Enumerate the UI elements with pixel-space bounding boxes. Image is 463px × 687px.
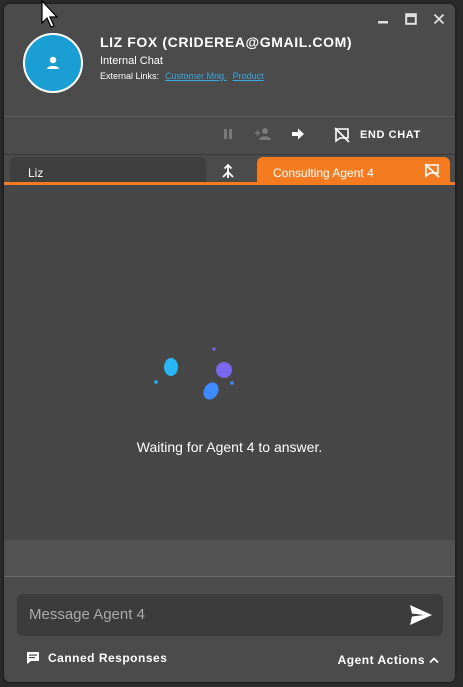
forward-arrow-icon[interactable] [291, 127, 305, 141]
end-chat-label: END CHAT [360, 129, 421, 141]
tab-consulting-agent-label: Consulting Agent 4 [273, 166, 374, 180]
add-person-icon[interactable] [254, 127, 272, 141]
merge-icon[interactable] [221, 163, 235, 184]
contact-name: LIZ FOX (CRIDEREA@GMAIL.COM) [100, 34, 353, 50]
agent-actions-button[interactable]: Agent Actions [338, 653, 439, 667]
external-links: External Links: Customer Mng. Product [100, 71, 264, 81]
maximize-icon[interactable] [403, 12, 419, 26]
external-link-customer-mng[interactable]: Customer Mng. [165, 71, 227, 81]
tab-liz[interactable]: Liz [10, 157, 206, 183]
pause-icon[interactable] [222, 127, 234, 141]
agent-actions-label: Agent Actions [337, 653, 425, 667]
end-chat-button[interactable]: END CHAT [334, 127, 421, 143]
bottom-actions-bar: Canned Responses Agent Actions [4, 648, 455, 674]
chat-footer-band [4, 540, 455, 577]
end-consult-icon[interactable] [424, 163, 440, 183]
tab-consulting-agent[interactable]: Consulting Agent 4 [257, 157, 450, 183]
minimize-icon[interactable] [375, 12, 391, 26]
chat-messages-area: Waiting for Agent 4 to answer. [4, 185, 455, 540]
canned-responses-icon [27, 652, 39, 664]
message-input-placeholder[interactable]: Message Agent 4 [29, 606, 145, 623]
chat-window: LIZ FOX (CRIDEREA@GMAIL.COM) Internal Ch… [4, 4, 455, 682]
tab-liz-label: Liz [28, 166, 44, 180]
mouse-cursor-icon [41, 0, 59, 28]
chevron-up-icon [429, 657, 439, 664]
canned-responses-button[interactable]: Canned Responses [26, 651, 167, 665]
waiting-status: Waiting for Agent 4 to answer. [136, 439, 323, 455]
end-chat-icon [334, 127, 350, 143]
person-icon [47, 56, 59, 69]
avatar [23, 33, 83, 93]
chat-type-label: Internal Chat [100, 55, 163, 67]
message-composer[interactable]: Message Agent 4 [17, 594, 443, 636]
send-icon[interactable] [409, 604, 433, 631]
window-controls [375, 12, 447, 26]
canned-responses-label: Canned Responses [48, 651, 168, 665]
chat-tabs: Liz Consulting Agent 4 [4, 154, 455, 185]
close-icon[interactable] [431, 12, 447, 26]
chat-toolbar: END CHAT [4, 116, 455, 155]
loading-spinner-icon [154, 347, 234, 400]
chat-header: LIZ FOX (CRIDEREA@GMAIL.COM) Internal Ch… [4, 4, 455, 116]
external-links-label: External Links: [100, 71, 160, 81]
external-link-product[interactable]: Product [233, 71, 264, 81]
